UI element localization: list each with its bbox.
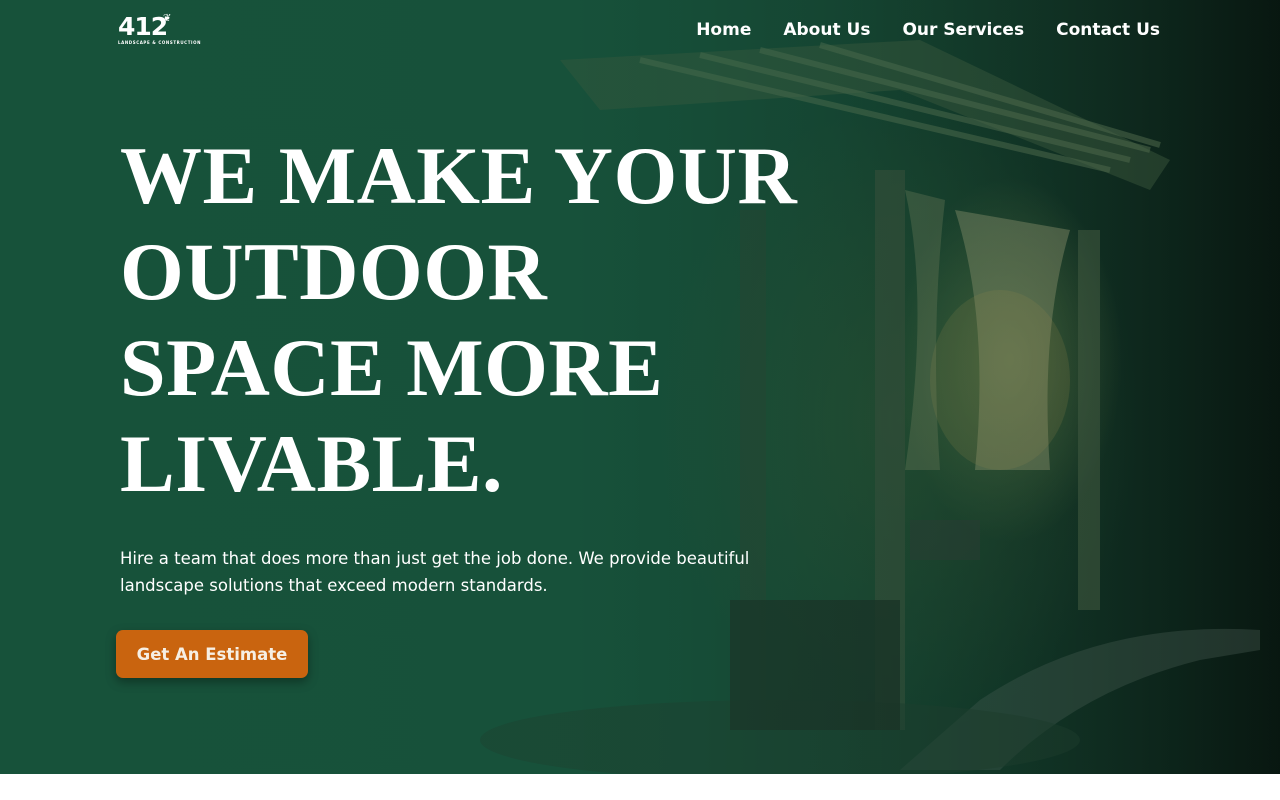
hero-lead-text: Hire a team that does more than just get… [120,545,760,599]
site-logo[interactable]: 412 ❦ LANDSCAPE & CONSTRUCTION [118,13,202,60]
hero-headline: WE MAKE YOUR OUTDOOR SPACE MORE LIVABLE. [120,128,840,512]
logo-tagline: LANDSCAPE & CONSTRUCTION [118,40,202,45]
main-navigation: Home About Us Our Services Contact Us [696,18,1160,42]
headline-line: WE MAKE YOUR [120,130,798,221]
hero-section: 412 ❦ LANDSCAPE & CONSTRUCTION Home Abou… [0,0,1280,774]
headline-line: SPACE MORE [120,322,664,413]
nav-contact-us[interactable]: Contact Us [1056,18,1160,42]
headline-line: OUTDOOR [120,226,548,317]
nav-home[interactable]: Home [696,18,751,42]
lead-line: Hire a team that does more than just get… [120,549,750,568]
lead-line: landscape solutions that exceed modern s… [120,576,548,595]
nav-our-services[interactable]: Our Services [902,18,1024,42]
leaf-icon: ❦ [163,13,172,24]
nav-about-us[interactable]: About Us [783,18,870,42]
headline-line: LIVABLE. [120,418,504,509]
get-estimate-button[interactable]: Get An Estimate [116,630,308,678]
